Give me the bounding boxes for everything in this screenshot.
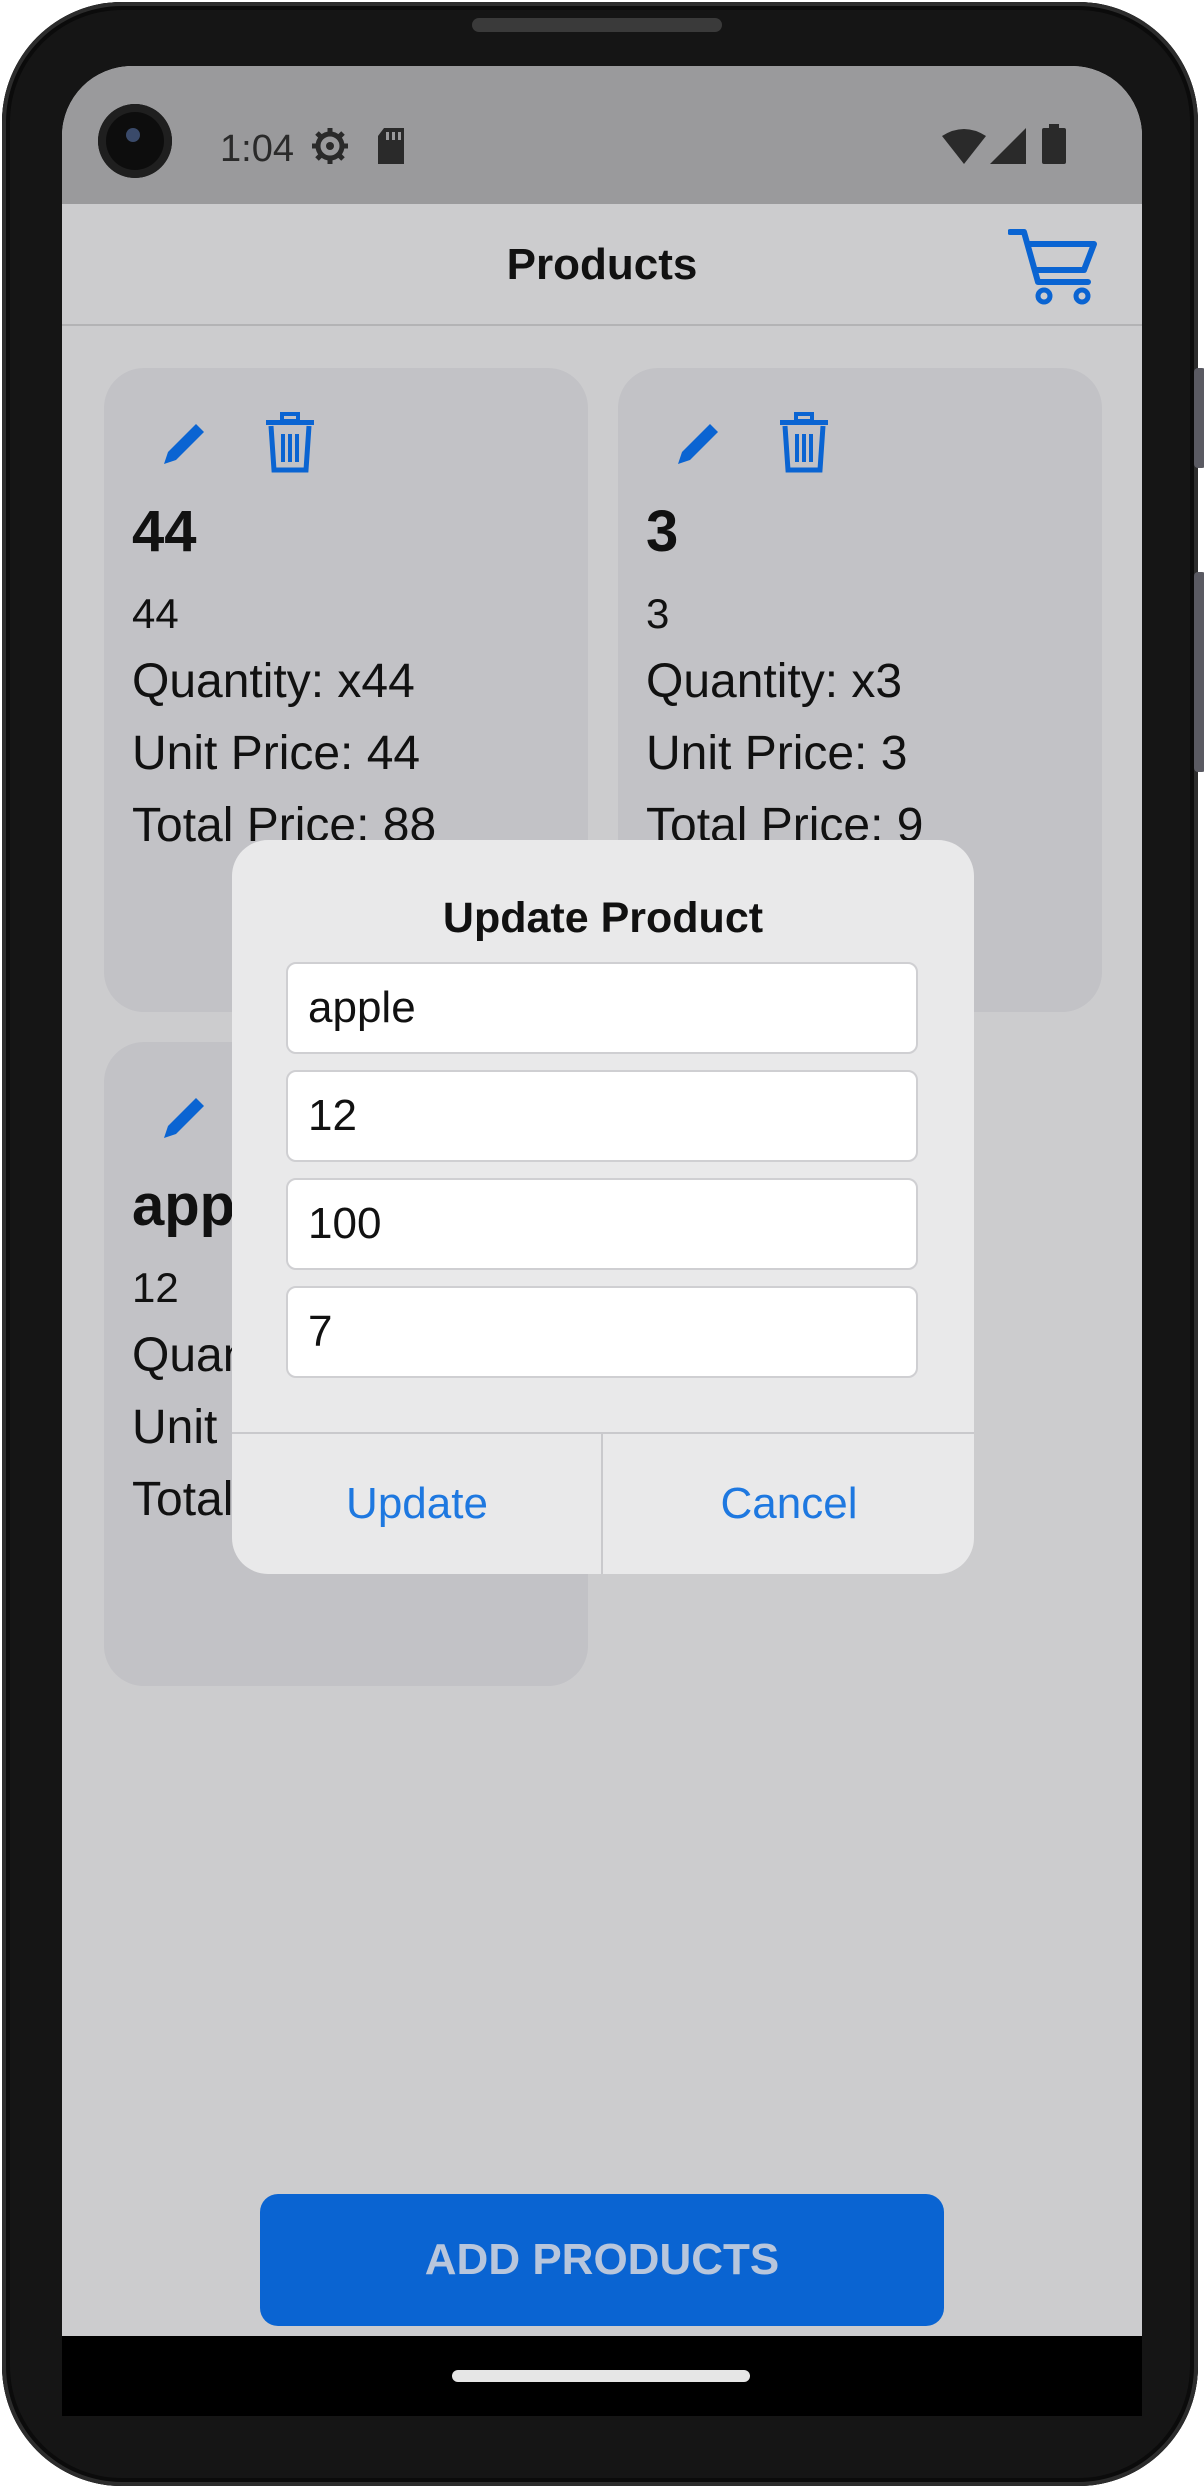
cancel-button[interactable]: Cancel	[604, 1434, 974, 1574]
home-indicator[interactable]	[452, 2370, 750, 2382]
front-camera	[98, 104, 172, 178]
dialog-title: Update Product	[442, 894, 764, 942]
edit-pencil-icon[interactable]	[674, 418, 722, 473]
update-product-dialog: Update Product Update Cancel	[232, 840, 974, 1574]
battery-icon	[1042, 124, 1066, 169]
update-button[interactable]: Update	[232, 1434, 602, 1574]
product-quantity-field[interactable]	[286, 1178, 918, 1270]
earpiece-speaker	[472, 18, 722, 32]
wifi-icon	[942, 128, 986, 169]
edit-pencil-icon[interactable]	[160, 1092, 208, 1147]
product-name: 44	[132, 499, 197, 564]
product-unit-price: Unit Price: 44	[132, 727, 421, 780]
product-name-field[interactable]	[286, 962, 918, 1054]
power-button	[1194, 572, 1204, 772]
shopping-cart-icon[interactable]	[1007, 226, 1098, 306]
add-products-button[interactable]: ADD PRODUCTS	[260, 2194, 944, 2326]
app-header: Products	[62, 204, 1142, 326]
product-quantity: Quantity: x3	[646, 655, 903, 708]
sd-card-icon	[376, 126, 406, 171]
product-subtitle: 12	[132, 1264, 179, 1311]
product-subtitle-field[interactable]	[286, 1070, 918, 1162]
edit-pencil-icon[interactable]	[160, 418, 208, 473]
status-time: 1:04	[220, 128, 294, 170]
product-unit-price: Unit Price: 3	[646, 727, 908, 780]
app-screen: 1:04 Products 44 44 Quantity: x44 Unit P…	[62, 66, 1142, 2336]
volume-button	[1194, 368, 1204, 468]
cellular-signal-icon	[990, 128, 1026, 169]
product-subtitle: 3	[646, 590, 670, 637]
product-name: 3	[646, 499, 679, 564]
settings-gear-icon	[310, 126, 350, 171]
trash-delete-icon[interactable]	[264, 412, 316, 479]
product-subtitle: 44	[132, 590, 179, 637]
page-title: Products	[506, 240, 698, 289]
product-unit-price-field[interactable]	[286, 1286, 918, 1378]
status-bar: 1:04	[62, 66, 1142, 204]
product-quantity: Quantity: x44	[132, 655, 415, 708]
trash-delete-icon[interactable]	[778, 412, 830, 479]
